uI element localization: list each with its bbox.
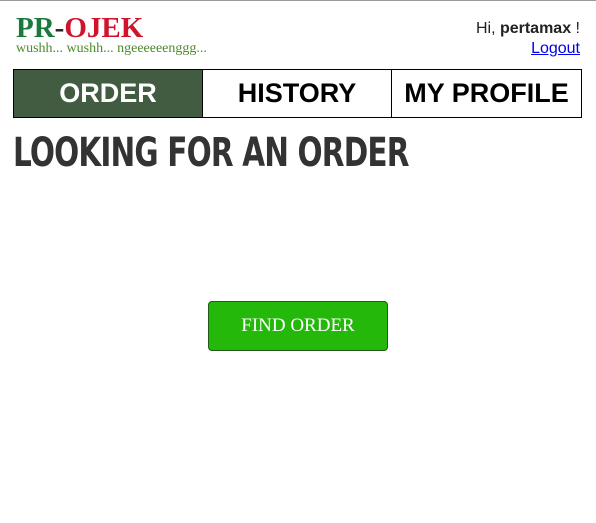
username: pertamax	[499, 20, 572, 37]
user-box: Hi, pertamax ! Logout	[476, 19, 580, 59]
logout-link[interactable]: Logout	[531, 39, 580, 59]
greeting-prefix: Hi,	[475, 20, 500, 37]
app-tagline: wushh... wushh... ngeeeeeenggg...	[16, 41, 207, 56]
logo-part-ojek: OJEK	[64, 12, 144, 44]
header: PR-OJEK wushh... wushh... ngeeeeeenggg..…	[0, 1, 596, 69]
tab-order[interactable]: ORDER	[14, 70, 203, 117]
find-order-button[interactable]: FIND ORDER	[208, 301, 388, 351]
greeting: Hi, pertamax !	[476, 19, 580, 39]
tab-my-profile[interactable]: MY PROFILE	[392, 70, 581, 117]
logo-separator: -	[54, 12, 65, 44]
logo-part-pr: PR	[16, 12, 55, 44]
app-logo[interactable]: PR-OJEK	[16, 11, 143, 45]
nav-tabs: ORDER HISTORY MY PROFILE	[13, 69, 582, 118]
tab-history[interactable]: HISTORY	[203, 70, 392, 117]
greeting-suffix: !	[571, 20, 580, 37]
page-title: LOOKING FOR AN ORDER	[13, 130, 409, 176]
